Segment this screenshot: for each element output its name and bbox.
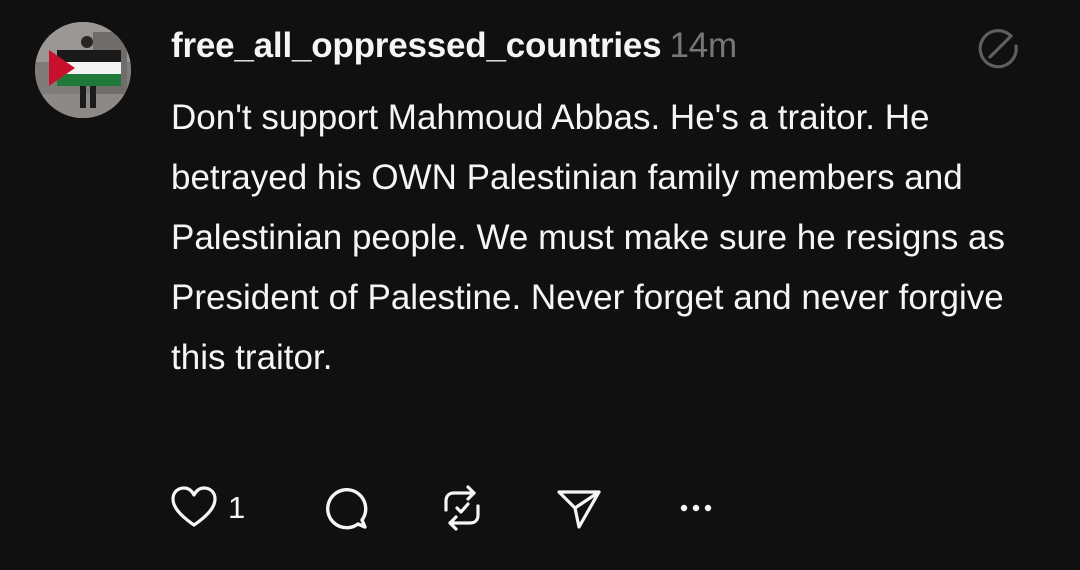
- post-timestamp: 14m: [669, 26, 737, 65]
- more-options-button[interactable]: [674, 478, 718, 538]
- like-button[interactable]: 1: [166, 478, 245, 538]
- heart-icon: [171, 486, 217, 527]
- repost-icon: [444, 485, 480, 531]
- send-icon: [557, 490, 601, 529]
- more-dots-icon: [680, 504, 712, 512]
- repost-button[interactable]: [434, 478, 490, 538]
- thread-post: free_all_oppressed_countries 14m Don't su…: [0, 0, 1080, 570]
- like-count: 1: [228, 490, 246, 525]
- user-avatar[interactable]: [35, 22, 131, 118]
- post-header: free_all_oppressed_countries 14m: [171, 26, 737, 66]
- post-body-text: Don't support Mahmoud Abbas. He's a trai…: [171, 98, 1005, 377]
- post-actions-bar: 1: [166, 478, 726, 538]
- edit-circle-icon[interactable]: [974, 24, 1022, 72]
- reply-button[interactable]: [318, 478, 374, 538]
- share-button[interactable]: [551, 478, 607, 538]
- comment-bubble-icon: [326, 488, 368, 530]
- username-link[interactable]: free_all_oppressed_countries: [171, 26, 662, 65]
- avatar-photo: [35, 22, 131, 118]
